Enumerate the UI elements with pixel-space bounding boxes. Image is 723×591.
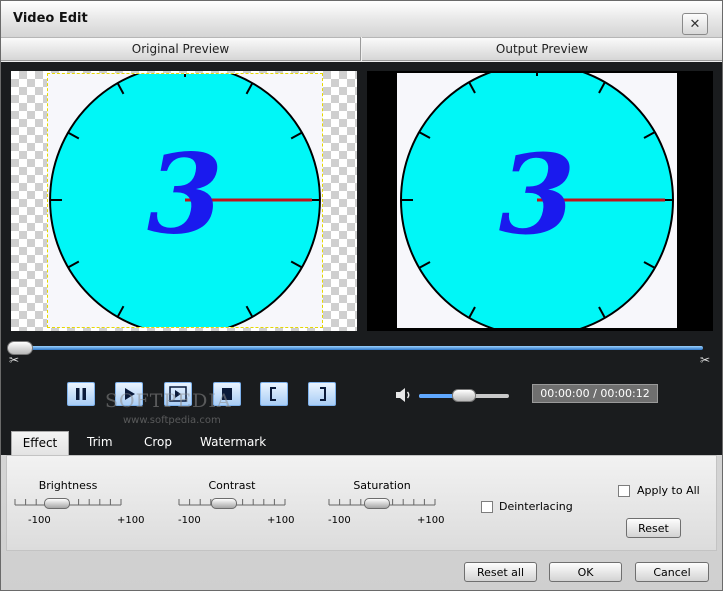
contrast-max: +100: [267, 515, 295, 526]
watermark-text: SOFTPEDIA: [105, 390, 232, 412]
apply-to-all-checkbox[interactable]: [618, 485, 630, 497]
saturation-max: +100: [417, 515, 445, 526]
window-title: Video Edit: [13, 11, 88, 26]
deinterlacing-label: Deinterlacing: [499, 500, 573, 513]
tab-bar: Effect Trim Crop Watermark: [1, 425, 722, 455]
mark-in-icon: [270, 387, 276, 401]
cancel-button[interactable]: Cancel: [635, 562, 709, 582]
trim-start-scissor-icon[interactable]: ✂: [6, 353, 22, 369]
reset-button-label: Reset: [638, 521, 669, 535]
tab-watermark[interactable]: Watermark: [200, 431, 266, 455]
mark-out-icon: [320, 387, 326, 401]
clock-face-original: 3: [49, 74, 321, 327]
volume-icon[interactable]: [395, 387, 413, 403]
reset-all-label: Reset all: [476, 565, 525, 579]
contrast-slider-knob[interactable]: [211, 498, 238, 509]
reset-all-button[interactable]: Reset all: [464, 562, 537, 582]
contrast-label: Contrast: [208, 479, 256, 492]
tab-effect[interactable]: Effect: [11, 431, 69, 455]
brightness-slider-knob[interactable]: [44, 498, 71, 509]
ok-label: OK: [577, 565, 594, 579]
brightness-max: +100: [117, 515, 145, 526]
deinterlacing-checkbox[interactable]: [481, 501, 493, 513]
cancel-label: Cancel: [653, 565, 691, 579]
saturation-min: -100: [328, 515, 351, 526]
saturation-slider-knob[interactable]: [363, 498, 390, 509]
volume-knob[interactable]: [452, 389, 476, 402]
mark-out-button[interactable]: [308, 382, 336, 406]
pause-icon: [76, 388, 86, 400]
tab-crop[interactable]: Crop: [144, 431, 172, 455]
brightness-label: Brightness: [38, 479, 98, 492]
pause-button[interactable]: [67, 382, 95, 406]
time-display-text: 00:00:00 / 00:00:12: [540, 387, 650, 400]
timeline-track[interactable]: [15, 346, 703, 350]
time-display: 00:00:00 / 00:00:12: [532, 384, 658, 403]
original-preview: 3: [11, 71, 357, 331]
saturation-label: Saturation: [353, 479, 411, 492]
close-icon: ✕: [689, 16, 701, 32]
reset-button[interactable]: Reset: [626, 518, 681, 538]
title-bar: Video Edit ✕: [1, 1, 722, 37]
mark-in-button[interactable]: [260, 382, 288, 406]
clock-face-output: 3: [400, 73, 674, 328]
contrast-min: -100: [178, 515, 201, 526]
output-frame: 3: [397, 73, 677, 328]
output-preview-label: Output Preview: [495, 42, 589, 56]
original-preview-header: Original Preview: [1, 37, 361, 61]
output-preview-header: Output Preview: [362, 37, 722, 61]
close-button[interactable]: ✕: [682, 13, 708, 35]
trim-end-scissor-icon[interactable]: ✂: [697, 353, 713, 369]
apply-to-all-label: Apply to All: [637, 484, 700, 497]
output-preview: 3: [367, 71, 713, 331]
original-preview-label: Original Preview: [131, 42, 230, 56]
crop-frame[interactable]: 3: [47, 73, 323, 328]
clock-digit-output: 3: [499, 130, 576, 259]
ok-button[interactable]: OK: [549, 562, 622, 582]
brightness-min: -100: [28, 515, 51, 526]
tab-trim[interactable]: Trim: [87, 431, 113, 455]
clock-digit: 3: [147, 131, 223, 259]
video-edit-window: Video Edit ✕ Original Preview Output Pre…: [0, 0, 723, 591]
